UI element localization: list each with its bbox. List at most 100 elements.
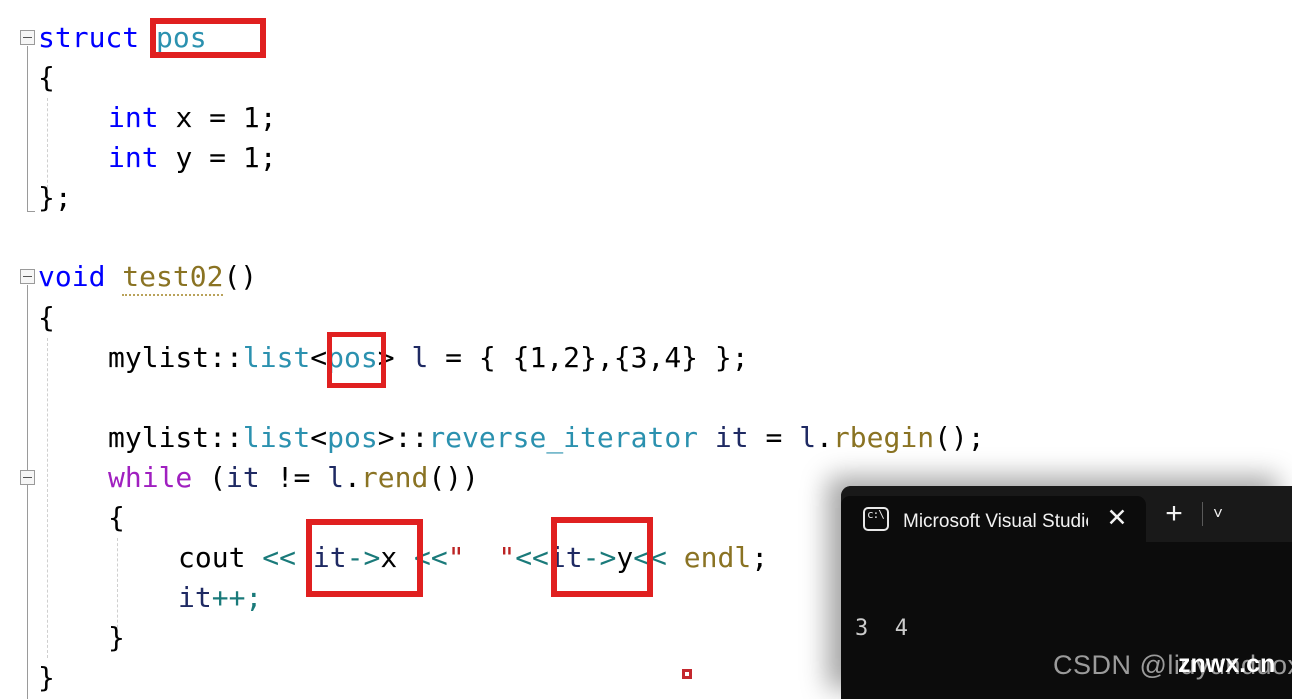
token-semicolon-cout: ;: [751, 541, 769, 574]
token-brace-open-struct: {: [38, 61, 55, 94]
token-keyword-while: while: [108, 461, 193, 494]
token-keyword-struct: struct: [38, 21, 140, 54]
token-var-it-decl: it: [714, 421, 749, 454]
fold-guide-struct-foot: [27, 211, 35, 212]
token-angle-open-2: <: [310, 421, 328, 454]
token-brace-open-test02: {: [38, 301, 55, 334]
code-line-8[interactable]: {: [38, 298, 55, 338]
token-paren-close-while: ()): [428, 461, 479, 494]
fold-marker-test02[interactable]: [20, 269, 35, 284]
token-brace-close-while: }: [108, 621, 125, 654]
token-call-semi-rbegin: ();: [934, 421, 985, 454]
token-type-reverse-iterator: reverse_iterator: [428, 421, 699, 454]
fold-guide-struct: [27, 46, 28, 211]
console-tab[interactable]: Microsoft Visual Studio 调试控 ✕: [841, 496, 1146, 542]
token-keyword-int-y: int: [108, 141, 159, 174]
token-var-y: y: [175, 141, 193, 174]
token-type-pos-templarg: pos: [327, 341, 378, 374]
token-angle-close-2: >: [377, 421, 395, 454]
code-line-17[interactable]: }: [38, 658, 55, 698]
token-angle-open: <: [310, 341, 328, 374]
fold-marker-while[interactable]: [20, 470, 35, 485]
token-var-l-decl: l: [394, 341, 429, 374]
fold-guide-test02: [27, 285, 28, 699]
code-line-13[interactable]: {: [108, 498, 125, 538]
code-line-12[interactable]: while (it != l.rend()): [108, 458, 479, 498]
token-var-it-cond: it: [226, 461, 260, 494]
token-var-l-ref: l: [799, 421, 817, 454]
token-equals: =: [428, 341, 479, 374]
code-line-16[interactable]: }: [108, 618, 125, 658]
token-value-y: 1;: [242, 141, 277, 174]
screenshot-root: struct pos { int x = 1; int y = 1; }; vo…: [0, 0, 1292, 699]
code-line-7[interactable]: void test02(): [38, 257, 257, 297]
token-var-it-1: it: [312, 541, 347, 574]
code-line-2[interactable]: {: [38, 58, 55, 98]
console-title: Microsoft Visual Studio 调试控: [903, 510, 1088, 532]
token-namespace-mylist: mylist::: [108, 341, 243, 374]
token-var-x: x: [175, 101, 193, 134]
token-var-it-2: it: [548, 541, 583, 574]
red-square-marker: [682, 669, 692, 679]
token-operator-arrow-1: ->: [346, 541, 381, 574]
code-line-9[interactable]: mylist::list<pos> l = { {1,2},{3,4} };: [108, 338, 749, 378]
token-member-x: x: [380, 541, 398, 574]
token-operator-arrow-2: ->: [582, 541, 617, 574]
console-titlebar[interactable]: Microsoft Visual Studio 调试控 ✕ + ˅: [841, 486, 1292, 542]
token-brace-open-while: {: [108, 501, 125, 534]
code-line-4[interactable]: int y = 1;: [108, 138, 277, 178]
close-icon[interactable]: ✕: [1102, 504, 1132, 534]
token-function-test02: test02: [122, 260, 224, 296]
token-dot-2: .: [344, 461, 361, 494]
new-tab-icon[interactable]: +: [1146, 486, 1202, 542]
token-dot-1: .: [816, 421, 833, 454]
console-output-line-1: 3 4: [855, 616, 908, 641]
fold-marker-struct[interactable]: [20, 30, 35, 45]
code-line-5[interactable]: };: [38, 178, 72, 218]
token-angle-close: >: [377, 341, 395, 374]
token-equals-2: =: [748, 421, 800, 454]
console-output[interactable]: 3 4 1 2 D:\代码\2024代码\2024code\2024. 按任意键…: [841, 542, 1292, 699]
code-line-1[interactable]: struct pos: [38, 18, 207, 58]
token-operator-shift-3: <<: [515, 541, 549, 574]
token-operator-shift-4: <<: [633, 541, 667, 574]
token-function-rbegin: rbegin: [832, 421, 935, 454]
token-string-separator: " ": [447, 541, 516, 574]
code-line-15[interactable]: it++;: [178, 578, 262, 618]
token-var-l-cond: l: [327, 461, 345, 494]
token-member-y: y: [616, 541, 634, 574]
indent-guide-test02-body: [47, 338, 48, 658]
code-line-11[interactable]: mylist::list<pos>::reverse_iterator it =…: [108, 418, 985, 458]
token-type-pos-templarg-2: pos: [327, 421, 378, 454]
token-scope-op: ::: [394, 421, 429, 454]
token-type-list: list: [242, 341, 311, 374]
token-paren-open-while: (: [192, 461, 227, 494]
token-assign-x: =: [192, 101, 243, 134]
token-keyword-void: void: [38, 260, 106, 293]
token-brace-close-struct: };: [38, 181, 72, 214]
token-var-it-inc: it: [178, 581, 212, 614]
token-function-endl: endl: [683, 541, 752, 574]
code-line-3[interactable]: int x = 1;: [108, 98, 277, 138]
token-operator-shift-2: <<: [414, 541, 448, 574]
chevron-down-icon[interactable]: ˅: [1203, 486, 1233, 542]
console-window[interactable]: Microsoft Visual Studio 调试控 ✕ + ˅ 3 4 1 …: [841, 486, 1292, 699]
token-operator-increment: ++;: [211, 581, 263, 614]
token-operator-neq: !=: [276, 461, 311, 494]
token-parens-test02: (): [223, 260, 258, 293]
code-line-14[interactable]: cout << it->x <<" "<<it->y<< endl;: [178, 538, 768, 578]
token-assign-y: =: [192, 141, 243, 174]
token-type-pos-decl: pos: [156, 21, 207, 54]
terminal-icon: [863, 507, 889, 531]
token-operator-shift-1: <<: [262, 541, 297, 574]
